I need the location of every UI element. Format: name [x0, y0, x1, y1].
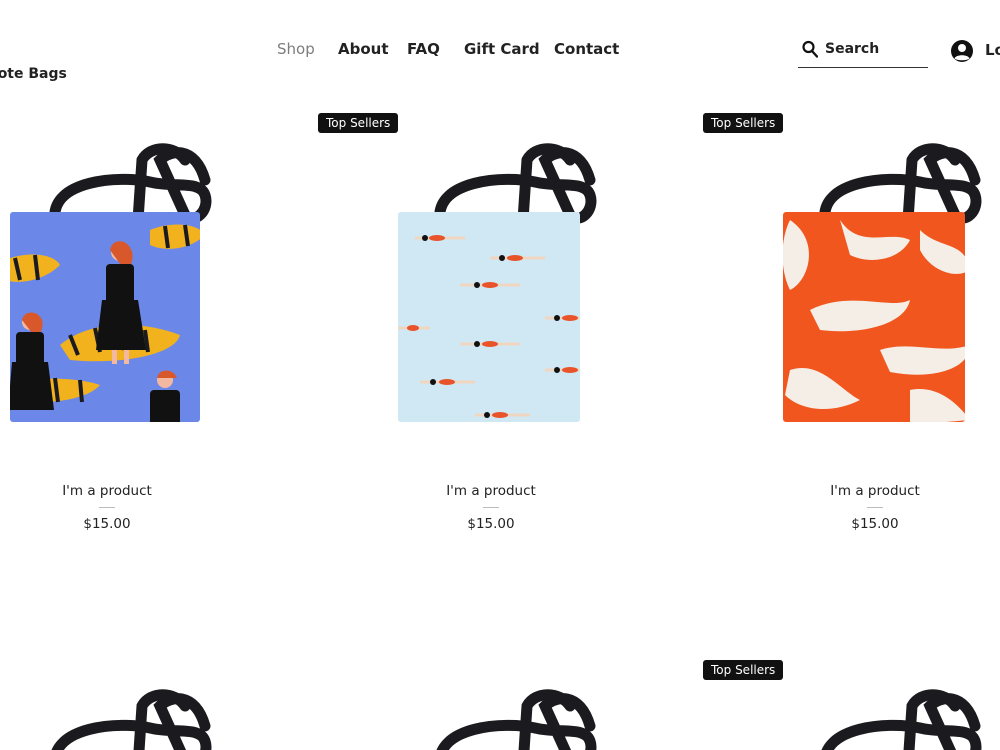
- product-name[interactable]: I'm a product: [391, 483, 591, 499]
- divider: [99, 507, 115, 508]
- product-image[interactable]: [770, 140, 985, 430]
- divider: [867, 507, 883, 508]
- product-image[interactable]: [385, 140, 600, 430]
- top-sellers-badge: Top Sellers: [318, 113, 399, 133]
- product-image[interactable]: [770, 686, 985, 750]
- search-icon[interactable]: [802, 40, 819, 58]
- page-title: Tote Bags: [0, 66, 67, 82]
- search-bar[interactable]: [798, 38, 928, 68]
- product-name[interactable]: I'm a product: [7, 483, 207, 499]
- login-label[interactable]: Log In: [985, 41, 1000, 59]
- product-image[interactable]: [385, 686, 600, 750]
- product-price: $15.00: [83, 516, 131, 532]
- nav-gift-card[interactable]: Gift Card: [464, 40, 540, 58]
- nav-about[interactable]: About: [338, 40, 389, 58]
- top-sellers-badge: Top Sellers: [703, 660, 784, 680]
- nav-faq[interactable]: FAQ: [407, 40, 440, 58]
- divider: [483, 507, 499, 508]
- product-price: $15.00: [467, 516, 515, 532]
- product-image[interactable]: [0, 140, 215, 430]
- search-input[interactable]: [825, 38, 925, 60]
- nav-contact[interactable]: Contact: [554, 40, 619, 58]
- product-price: $15.00: [851, 516, 899, 532]
- top-sellers-badge: Top Sellers: [703, 113, 784, 133]
- product-name[interactable]: I'm a product: [775, 483, 975, 499]
- product-image[interactable]: [0, 686, 215, 750]
- account-icon[interactable]: [950, 39, 974, 63]
- nav-shop[interactable]: Shop: [277, 40, 315, 58]
